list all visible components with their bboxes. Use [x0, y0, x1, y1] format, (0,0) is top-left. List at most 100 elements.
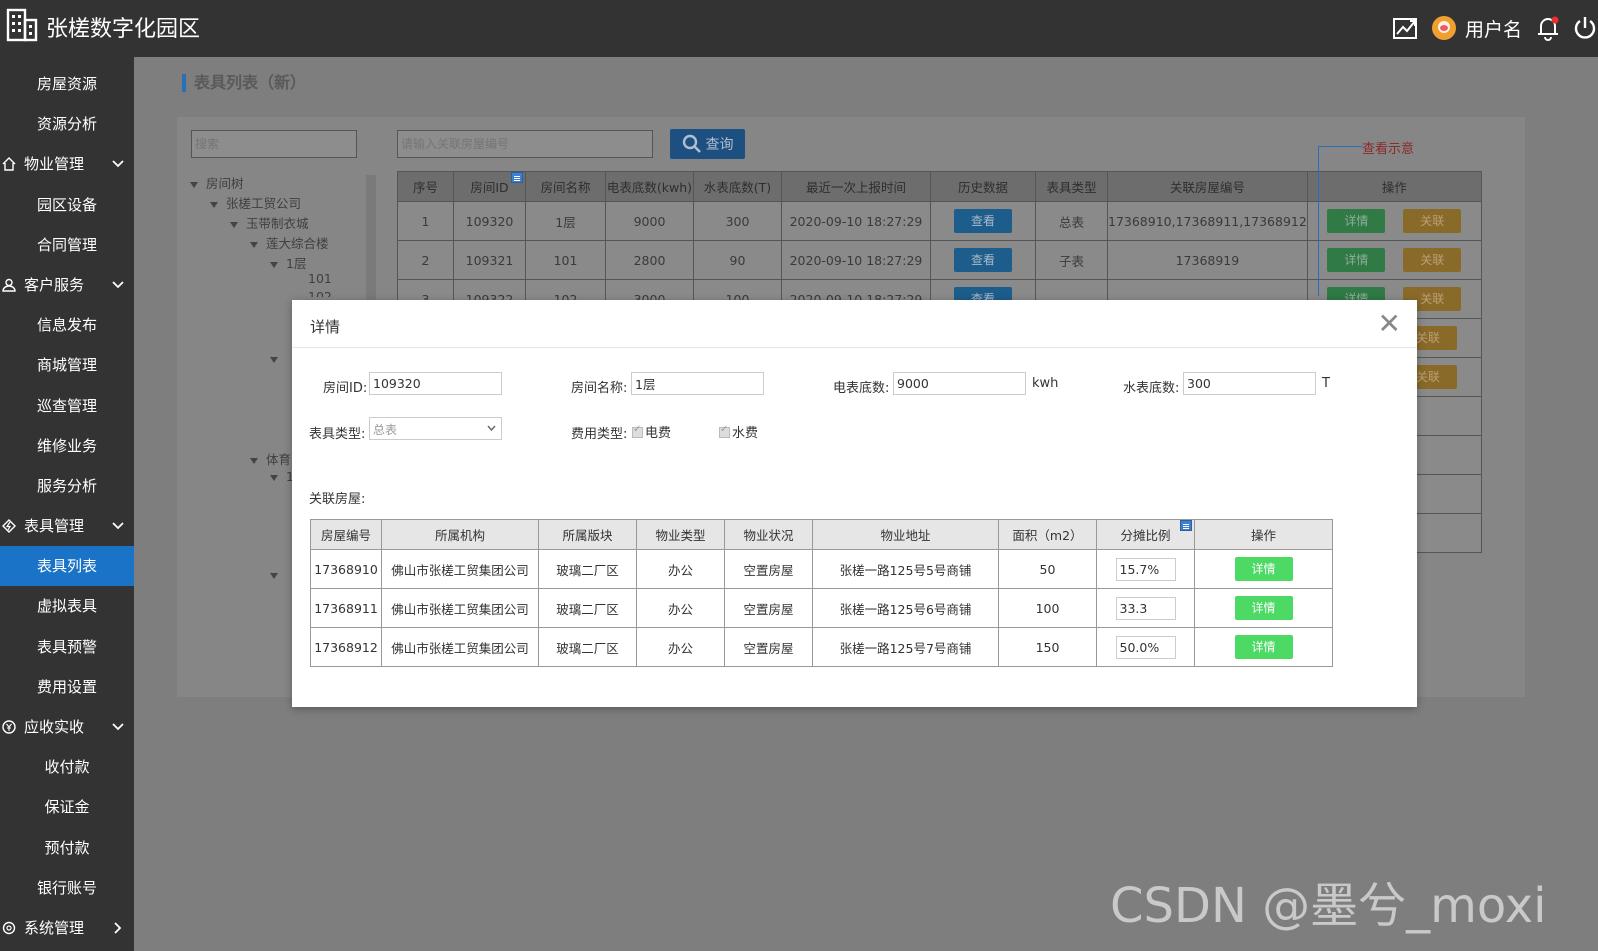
sidebar-item-label: 表具列表	[36, 557, 97, 576]
column-menu-icon[interactable]	[511, 172, 523, 183]
bell-icon[interactable]	[1536, 15, 1560, 41]
related-houses-table: 房屋编号 所属机构 所属版块 物业类型 物业状况 物业地址 面积（m2） 分摊比…	[310, 519, 1333, 667]
modal-title: 详情	[310, 318, 341, 336]
expand-caret-icon	[230, 221, 238, 228]
sidebar-item-contracts[interactable]: 合同管理	[0, 225, 134, 265]
ratio-input[interactable]: 50.0%	[1115, 635, 1176, 659]
tree-node[interactable]	[270, 567, 286, 582]
fee-elec-option[interactable]: 电费	[632, 422, 671, 441]
room-id-field[interactable]	[369, 372, 502, 395]
row-detail-button[interactable]: 详情	[1327, 248, 1386, 272]
expand-caret-icon	[270, 261, 278, 268]
cell-house-code: 17368910	[310, 549, 382, 589]
sidebar-item-patrol[interactable]: 巡查管理	[0, 386, 134, 426]
cell-meter-type: 子表	[1035, 240, 1108, 280]
meter-icon	[2, 519, 16, 534]
room-search-input[interactable]	[397, 130, 653, 158]
power-icon[interactable]	[1572, 15, 1598, 41]
checkbox-checked-icon[interactable]	[632, 424, 643, 438]
sample-link[interactable]: 查看示意	[1362, 138, 1414, 157]
column-header: 所属版块	[538, 519, 637, 550]
row-link-button[interactable]: 关联	[1403, 209, 1462, 233]
view-history-button[interactable]: 查看	[954, 248, 1012, 272]
tree-node[interactable]: 1	[270, 469, 294, 484]
sidebar-item-mall[interactable]: 商城管理	[0, 345, 134, 385]
close-icon[interactable]: ✕	[1378, 310, 1401, 338]
sidebar-item-resource-analysis[interactable]: 资源分析	[0, 104, 134, 144]
tree-node[interactable]: 体育	[250, 449, 291, 468]
checkbox-checked-icon[interactable]	[719, 424, 730, 438]
room-name-field[interactable]	[631, 372, 764, 395]
sidebar-item-publish[interactable]: 信息发布	[0, 305, 134, 345]
sidebar-item-fee-settings[interactable]: 费用设置	[0, 667, 134, 707]
avatar[interactable]	[1431, 15, 1457, 41]
house-detail-button[interactable]: 详情	[1234, 596, 1293, 620]
sidebar-group-system[interactable]: 系统管理	[0, 908, 134, 948]
cell-block: 玻璃二厂区	[538, 627, 637, 667]
query-button[interactable]: 查询	[670, 129, 745, 159]
cell-ratio: 15.7%	[1096, 549, 1195, 589]
column-menu-icon[interactable]	[1180, 520, 1192, 531]
view-history-button[interactable]: 查看	[954, 209, 1012, 233]
expand-caret-icon	[250, 457, 258, 464]
cell-room-id: 109321	[453, 240, 526, 280]
cell-area: 150	[998, 627, 1097, 667]
tree-scrollbar[interactable]	[366, 175, 376, 305]
row-link-button[interactable]: 关联	[1403, 248, 1462, 272]
row-detail-button[interactable]: 详情	[1327, 209, 1386, 233]
house-detail-button[interactable]: 详情	[1234, 557, 1293, 581]
tree-node[interactable]: 张槎工贸公司	[210, 193, 301, 212]
sidebar-group-property[interactable]: 物业管理	[0, 144, 134, 184]
sidebar-item-service-analysis[interactable]: 服务分析	[0, 466, 134, 506]
water-reading-field[interactable]	[1183, 372, 1316, 395]
house-detail-button[interactable]: 详情	[1234, 635, 1293, 659]
sidebar-item-house-resources[interactable]: 房屋资源	[0, 64, 134, 104]
sidebar-item-payments[interactable]: 收付款	[0, 747, 134, 787]
sidebar-group-customer-service[interactable]: 客户服务	[0, 265, 134, 305]
tree-node[interactable]: 1层	[270, 253, 306, 272]
tree-node[interactable]: 102	[308, 289, 332, 297]
tree-node[interactable]: 房间树	[190, 173, 244, 192]
sidebar-item-park-equipment[interactable]: 园区设备	[0, 185, 134, 225]
sidebar-group-meters[interactable]: 表具管理	[0, 506, 134, 546]
tree-node[interactable]	[270, 351, 286, 366]
tree-node[interactable]: 莲大综合楼	[250, 233, 329, 252]
tree-node-label: 玉带制衣城	[246, 216, 309, 231]
cell-property-status: 空置房屋	[724, 549, 813, 589]
sidebar-item-meter-list[interactable]: 表具列表	[0, 546, 134, 587]
column-header: 关联房屋编号	[1107, 171, 1308, 202]
cell-property-status: 空置房屋	[724, 588, 813, 628]
cell-room-name: 1层	[525, 201, 606, 241]
cell-elec: 2800	[605, 240, 694, 280]
cell-org: 佛山市张槎工贸集团公司	[381, 627, 539, 667]
sidebar-item-meter-alerts[interactable]: 表具预警	[0, 627, 134, 667]
column-header: 面积（m2）	[998, 519, 1097, 550]
tree-search-input[interactable]	[191, 130, 357, 158]
chart-trend-icon[interactable]	[1392, 16, 1419, 40]
cell-related: 17368919	[1107, 240, 1308, 280]
sidebar-item-bank-accounts[interactable]: 银行账号	[0, 868, 134, 908]
sidebar-item-label: 客户服务	[24, 275, 85, 294]
ratio-input[interactable]: 33.3	[1115, 596, 1176, 620]
table-row: 17368911 佛山市张槎工贸集团公司 玻璃二厂区 办公 空置房屋 张槎一路1…	[310, 588, 1333, 628]
tree-node[interactable]: 101	[308, 271, 332, 286]
meter-type-select[interactable]: 总表	[369, 417, 502, 440]
top-bar: 张槎数字化园区 用户名	[0, 0, 1598, 57]
sidebar-item-virtual-meters[interactable]: 虚拟表具	[0, 586, 134, 626]
fee-water-option[interactable]: 水费	[719, 422, 758, 441]
ratio-input[interactable]: 15.7%	[1115, 557, 1176, 581]
column-header: 所属机构	[381, 519, 539, 550]
sample-connector	[1318, 146, 1319, 296]
cell-actions: 详情	[1194, 627, 1333, 667]
sidebar-item-prepayment[interactable]: 预付款	[0, 828, 134, 868]
sidebar-item-repair[interactable]: 维修业务	[0, 426, 134, 466]
sidebar-item-deposit[interactable]: 保证金	[0, 787, 134, 827]
username[interactable]: 用户名	[1465, 15, 1522, 42]
cell-property-status: 空置房屋	[724, 627, 813, 667]
elec-reading-field[interactable]	[893, 372, 1026, 395]
cell-property-type: 办公	[636, 627, 725, 667]
sidebar-group-receivables[interactable]: 应收实收	[0, 707, 134, 747]
cell-address: 张槎一路125号7号商铺	[812, 627, 999, 667]
cell-history: 查看	[930, 201, 1036, 241]
tree-node[interactable]: 玉带制衣城	[230, 213, 309, 232]
